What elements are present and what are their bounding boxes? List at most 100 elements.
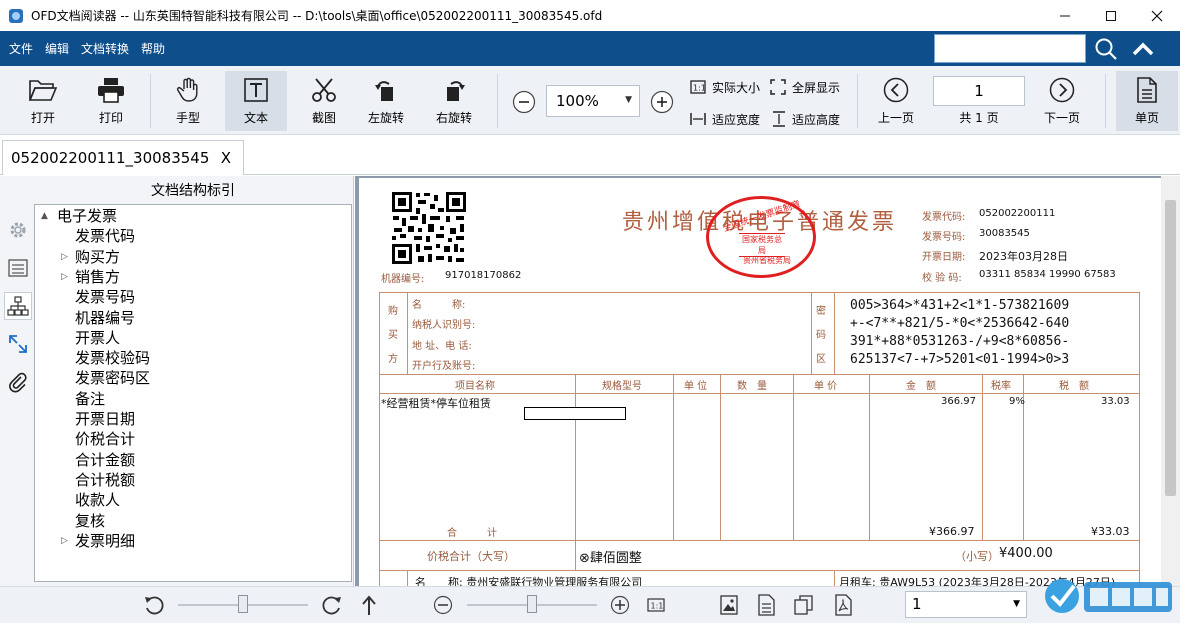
table-line [407,570,408,586]
zoom-out-status-button[interactable] [431,593,455,617]
maximize-button[interactable] [1088,0,1134,31]
tree-item[interactable]: 发票校验码 [75,348,150,368]
tree-item[interactable]: 发票号码 [75,287,135,307]
tree-item[interactable]: 复核 [75,511,105,531]
tree-item[interactable]: 发票密码区 [75,368,150,388]
tree-item[interactable]: 开票日期 [75,409,135,429]
search-icon[interactable] [1094,37,1118,61]
vertical-scrollbar[interactable] [1161,176,1180,586]
actual-size-status-button[interactable]: 1:1 [644,593,668,617]
screenshot-label: 截图 [311,111,336,125]
invoice-date-value: 2023年03月28日 [979,250,1068,263]
tree-item[interactable]: 价税合计 [75,429,135,449]
tree-expand-toggle[interactable]: ▷ [61,267,68,287]
side-tab-settings[interactable] [4,216,32,244]
actual-size-button[interactable]: 1:1 实际大小 [690,76,760,98]
list-icon [8,259,28,277]
menu-convert[interactable]: 文档转换 [81,40,129,57]
zoom-in-status-button[interactable] [608,593,632,617]
side-tab-structure[interactable] [4,292,32,320]
scroll-top-button[interactable] [357,593,381,617]
tab-close-button[interactable]: X [221,149,231,167]
zoom-slider-thumb[interactable] [527,595,537,613]
watermark-logo-icon [1045,579,1172,613]
menu-help[interactable]: 帮助 [141,40,165,57]
table-line [575,540,576,570]
tree-collapse-toggle[interactable]: ▲ [41,206,48,226]
rotate-slider-thumb[interactable] [238,595,248,613]
table-line [379,393,1140,394]
total-label: 合 计 [447,528,497,539]
search-input[interactable] [934,34,1086,63]
hand-tool-button[interactable]: 手型 [157,71,219,131]
fit-height-button[interactable]: 适应高度 [772,108,840,130]
open-button[interactable]: 打开 [12,71,74,131]
tree-item-label: 发票校验码 [75,349,151,368]
table-line [379,374,1140,375]
screenshot-button[interactable]: 截图 [293,71,355,131]
rotate-ccw-icon [145,596,164,615]
tree-item-label: 电子发票 [57,207,118,225]
side-tab-attachments[interactable] [4,368,32,396]
tree-expand-toggle[interactable]: ▷ [61,247,68,267]
text-selection-box[interactable] [524,407,626,420]
tree-item[interactable]: 发票代码 [75,226,135,246]
col-header: 金 额 [906,381,936,392]
full-screen-button[interactable]: 全屏显示 [770,76,840,98]
rotate-cw-button[interactable] [320,593,344,617]
print-button[interactable]: 打印 [80,71,142,131]
document-tab[interactable]: 052002200111_30083545 X [2,140,244,175]
fit-width-button[interactable]: 适应宽度 [690,108,760,130]
tree-item[interactable]: ▷ 销售方 [61,267,120,287]
text-tool-button[interactable]: 文本 [225,71,287,131]
grand-total-words: ⊗肆佰圆整 [579,551,642,566]
minimize-button[interactable] [1042,0,1088,31]
rotate-right-button[interactable]: 右旋转 [423,71,485,131]
side-tab-list[interactable] [4,254,32,282]
col-header: 数 量 [737,381,767,392]
prev-page-button[interactable]: 上一页 [865,71,927,131]
menu-file[interactable]: 文件 [9,40,33,57]
zoom-out-icon[interactable] [512,90,536,114]
rotate-left-button[interactable]: 左旋转 [355,71,417,131]
rotate-ccw-button[interactable] [142,593,166,617]
tree-item[interactable]: ▷ 发票明细 [61,531,135,551]
tree-item[interactable]: 合计金额 [75,450,135,470]
tree-item[interactable]: ▲ 电子发票 [41,206,118,226]
single-page-button[interactable]: 单页 [1116,71,1178,131]
tree-item[interactable]: 合计税额 [75,470,135,490]
tree-item[interactable]: 开票人 [75,328,120,348]
next-page-button[interactable]: 下一页 [1031,71,1093,131]
buyer-field-label: 纳税人识别号: [412,320,476,331]
page-number-input[interactable]: 1 [933,76,1025,106]
single-page-icon [1137,77,1157,103]
tree-item-label: 购买方 [75,247,121,266]
tree-expand-toggle[interactable]: ▷ [61,531,68,551]
page-select[interactable]: 1 ▼ [905,591,1027,618]
pdf-export-button[interactable] [831,593,855,617]
side-tab-resize[interactable] [4,330,32,358]
table-line [673,374,674,540]
toolbar: 打开 打印 手型 文本 截图 左旋转 右旋转 100% ▼ 1:1 实际大小 全… [0,66,1180,135]
chevron-down-icon: ▼ [1013,599,1020,609]
scrollbar-thumb[interactable] [1165,200,1176,496]
tree-item[interactable]: 收款人 [75,490,120,510]
image-export-button[interactable] [717,593,741,617]
buyer-field-label: 地 址、电 话: [412,341,472,352]
status-bar: 1:1 1 ▼ [0,586,1180,623]
maximize-icon [1106,10,1116,21]
zoom-select[interactable]: 100% ▼ [546,85,640,117]
close-window-button[interactable] [1134,0,1180,31]
tree-item[interactable]: 备注 [75,389,105,409]
zoom-in-icon[interactable] [650,90,674,114]
gear-icon [10,222,26,238]
text-export-button[interactable] [754,593,778,617]
tree-item[interactable]: 机器编号 [75,308,135,328]
collapse-ribbon-icon[interactable] [1131,38,1155,60]
copy-button[interactable] [792,593,816,617]
tree-item-label: 收款人 [75,491,121,510]
pdf-file-icon [835,594,852,616]
tree-item[interactable]: ▷ 购买方 [61,247,121,267]
table-line [811,292,812,374]
menu-edit[interactable]: 编辑 [45,40,69,57]
